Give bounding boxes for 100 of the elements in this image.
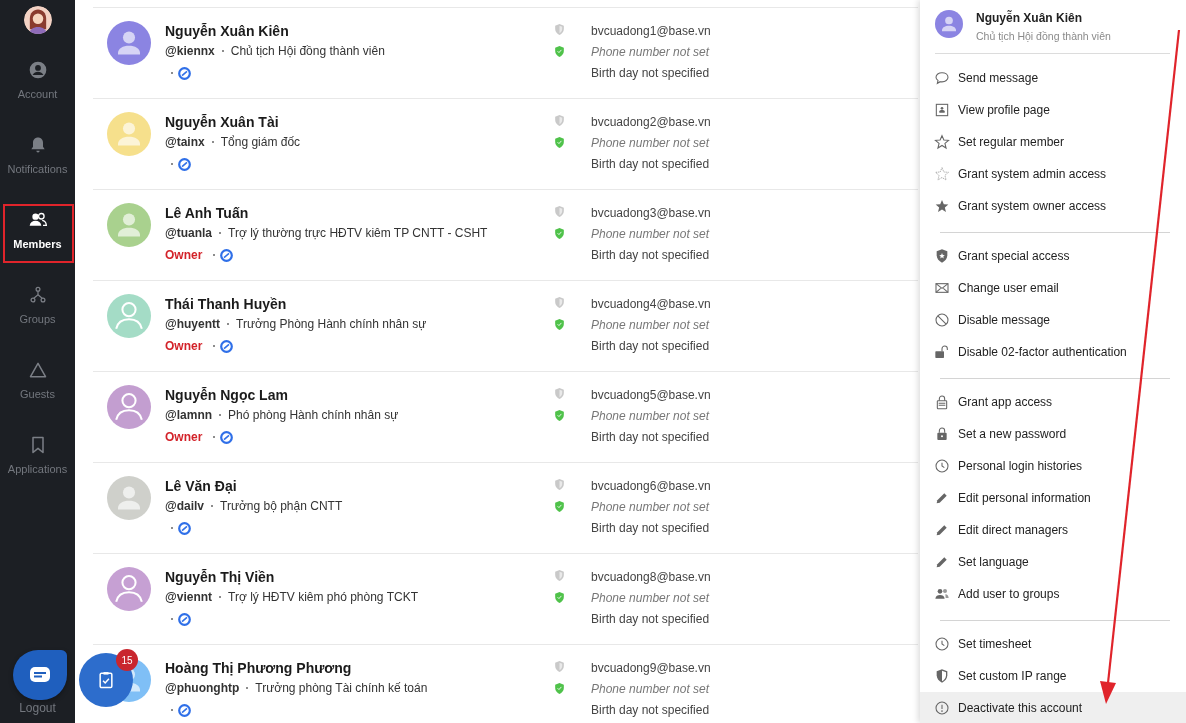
menu-item[interactable]: Set language xyxy=(920,546,1186,578)
nav-item[interactable]: Account xyxy=(0,52,75,127)
user-title: Chủ tịch Hội đồng thành viên xyxy=(976,30,1111,42)
member-title: Chủ tịch Hội đồng thành viên xyxy=(230,43,385,59)
member-name[interactable]: Nguyễn Xuân Tài xyxy=(165,113,553,131)
unlocked-padlock-icon xyxy=(934,344,950,360)
member-name[interactable]: Lê Văn Đại xyxy=(165,477,553,495)
email-text: bvcuadong1@base.vn xyxy=(591,23,711,40)
menu-item[interactable]: Set a new password xyxy=(920,418,1186,450)
shield-check-icon xyxy=(553,499,566,514)
nav-item[interactable]: Members xyxy=(0,202,75,277)
member-handle: @dailv xyxy=(165,498,205,514)
member-title: Trợ lý thường trực HĐTV kiêm TP CNTT - CSHT xyxy=(228,225,488,241)
member-handle: @tainx xyxy=(165,134,205,150)
shield-check-icon xyxy=(553,590,566,605)
menu-item[interactable]: Edit personal information xyxy=(920,482,1186,514)
avatar xyxy=(23,6,52,34)
birthday-text: Birth day not specified xyxy=(591,156,711,173)
account-icon xyxy=(27,60,48,80)
birthday-text: Birth day not specified xyxy=(591,65,711,82)
menu-item[interactable]: Personal login histories xyxy=(920,450,1186,482)
phone-text: Phone number not set xyxy=(591,44,711,61)
menu-item[interactable]: Send message xyxy=(920,62,1186,94)
member-name[interactable]: Lê Anh Tuấn xyxy=(165,204,553,222)
member-title: Trưởng bộ phận CNTT xyxy=(220,498,343,514)
star-outline-icon xyxy=(934,166,950,182)
shield-check-icon xyxy=(553,135,566,150)
member-handle: @phuonghtp xyxy=(165,680,240,696)
member-title: Trợ lý HĐTV kiêm phó phòng TCKT xyxy=(228,589,418,605)
circle-slash-icon xyxy=(177,702,192,718)
phone-text: Phone number not set xyxy=(591,590,711,607)
birthday-text: Birth day not specified xyxy=(591,429,711,446)
member-name[interactable]: Thái Thanh Huyền xyxy=(165,295,553,313)
menu-item[interactable]: Change user email xyxy=(920,272,1186,304)
exclamation-circle-icon xyxy=(934,700,950,716)
shield-icon xyxy=(553,568,566,583)
pencil-icon xyxy=(934,490,950,506)
shield-check-icon xyxy=(553,681,566,696)
nav-item[interactable]: Groups xyxy=(0,277,75,352)
member-name[interactable]: Hoàng Thị Phương Phương xyxy=(165,659,553,677)
birthday-text: Birth day not specified xyxy=(591,520,711,537)
shield-icon xyxy=(553,295,566,310)
email-text: bvcuadong2@base.vn xyxy=(591,114,711,131)
member-name[interactable]: Nguyễn Xuân Kiên xyxy=(165,22,553,40)
email-text: bvcuadong9@base.vn xyxy=(591,660,711,677)
member-handle: @lamnn xyxy=(165,407,213,423)
menu-item[interactable]: Disable 02-factor authentication xyxy=(920,336,1186,368)
role-label: Owner xyxy=(165,430,203,444)
member-title: Trưởng phòng Tài chính kế toán xyxy=(255,680,428,696)
member-handle: @tuanla xyxy=(165,225,213,241)
nav-item[interactable]: Applications xyxy=(0,427,75,502)
circle-slash-icon xyxy=(177,65,192,81)
member-title: Trưởng Phòng Hành chính nhân sự xyxy=(236,316,427,332)
menu-item[interactable]: Grant system admin access xyxy=(920,158,1186,190)
circle-slash-icon xyxy=(219,247,235,263)
envelope-icon xyxy=(934,280,950,296)
pencil-icon xyxy=(934,522,950,538)
circle-slash-icon xyxy=(219,429,235,445)
menu-item[interactable]: Edit direct managers xyxy=(920,514,1186,546)
birthday-text: Birth day not specified xyxy=(591,611,711,628)
menu-item[interactable]: Deactivate this account xyxy=(920,692,1186,723)
circle-slash-icon xyxy=(177,611,192,627)
email-text: bvcuadong4@base.vn xyxy=(591,296,711,313)
shield-check-icon xyxy=(553,44,566,59)
menu-item[interactable]: Disable message xyxy=(920,304,1186,336)
phone-text: Phone number not set xyxy=(591,317,711,334)
email-text: bvcuadong3@base.vn xyxy=(591,205,711,222)
member-name[interactable]: Nguyễn Thị Viền xyxy=(165,568,553,586)
menu-item[interactable]: Set custom IP range xyxy=(920,660,1186,692)
shield-icon xyxy=(934,668,950,684)
shield-icon xyxy=(553,386,566,401)
shield-icon xyxy=(553,113,566,128)
speech-bubble-icon xyxy=(934,70,950,86)
phone-text: Phone number not set xyxy=(591,135,711,152)
phone-text: Phone number not set xyxy=(591,499,711,516)
menu-item[interactable]: Set regular member xyxy=(920,126,1186,158)
menu-item[interactable]: Add user to groups xyxy=(920,578,1186,610)
nav-item[interactable]: Guests xyxy=(0,352,75,427)
menu-item[interactable]: View profile page xyxy=(920,94,1186,126)
role-label: Owner xyxy=(165,248,203,262)
logout-link[interactable]: Logout xyxy=(19,701,56,715)
shield-check-icon xyxy=(553,226,566,241)
shield-icon xyxy=(553,204,566,219)
shield-star-icon xyxy=(934,248,950,264)
role-label: Owner xyxy=(165,339,203,353)
email-text: bvcuadong6@base.vn xyxy=(591,478,711,495)
pencil-icon xyxy=(934,554,950,570)
menu-item[interactable]: Grant system owner access xyxy=(920,190,1186,222)
menu-item[interactable]: Grant special access xyxy=(920,240,1186,272)
member-name[interactable]: Nguyễn Ngọc Lam xyxy=(165,386,553,404)
menu-item[interactable]: Set timesheet xyxy=(920,628,1186,660)
star-icon xyxy=(934,198,950,214)
shield-check-icon xyxy=(553,317,566,332)
network-icon xyxy=(27,285,48,305)
prohibited-icon xyxy=(934,312,950,328)
birthday-text: Birth day not specified xyxy=(591,247,711,264)
menu-item[interactable]: Grant app access xyxy=(920,386,1186,418)
clipboard-check-icon xyxy=(96,670,116,690)
nav-item[interactable]: Notifications xyxy=(0,127,75,202)
shield-check-icon xyxy=(553,408,566,423)
